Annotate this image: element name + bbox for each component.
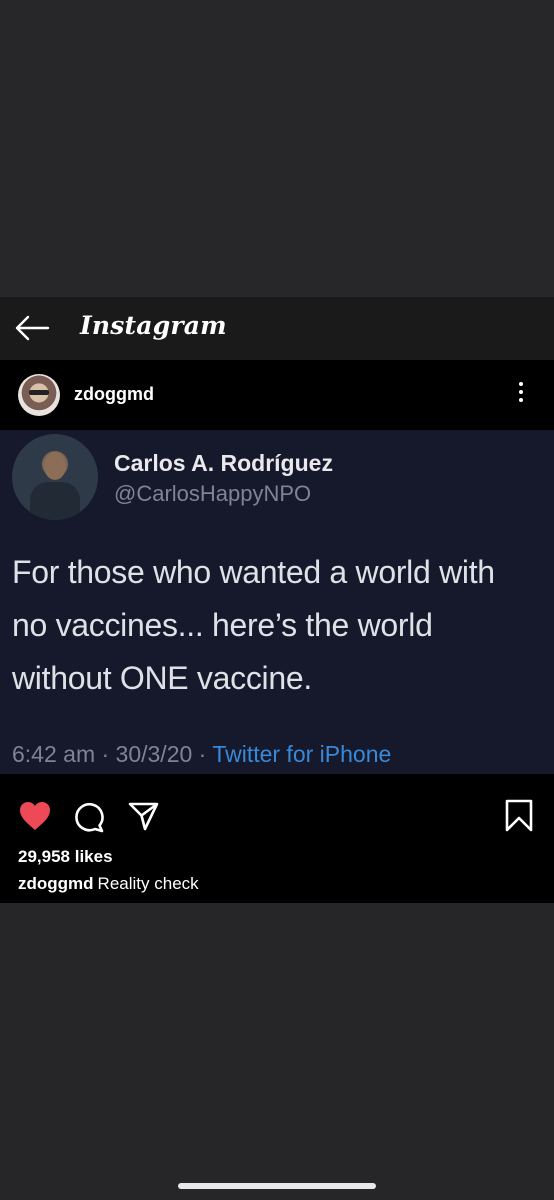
top-dark-area	[0, 0, 554, 297]
tweet-screenshot: Carlos A. Rodríguez @CarlosHappyNPO For …	[0, 430, 554, 774]
avatar[interactable]	[18, 374, 60, 416]
share-icon[interactable]	[127, 800, 159, 832]
bookmark-icon[interactable]	[503, 799, 535, 833]
comment-icon[interactable]	[73, 801, 105, 833]
more-options-icon[interactable]	[514, 382, 528, 408]
post-header: zdoggmd	[0, 360, 554, 430]
tweet-display-name: Carlos A. Rodríguez	[114, 450, 333, 476]
tweet-source: Twitter for iPhone	[212, 741, 392, 767]
tweet-timestamp: 6:42 am · 30/3/20 ·	[12, 741, 213, 767]
bottom-dark-area	[0, 903, 554, 1200]
post-actions: 29,958 likes zdoggmd Reality check	[0, 774, 554, 903]
instagram-logo: Instagram	[80, 311, 227, 340]
home-indicator[interactable]	[178, 1183, 376, 1189]
caption: zdoggmd Reality check	[18, 874, 199, 894]
heart-icon[interactable]	[18, 800, 52, 832]
tweet-avatar	[12, 434, 98, 520]
back-arrow-icon[interactable]	[14, 315, 50, 341]
app-header: Instagram	[0, 297, 554, 360]
tweet-text: For those who wanted a world with no vac…	[12, 554, 495, 696]
likes-count[interactable]: 29,958 likes	[18, 847, 113, 867]
post-username[interactable]: zdoggmd	[74, 384, 154, 405]
tweet-meta: 6:42 am · 30/3/20 · Twitter for iPhone	[12, 741, 391, 768]
caption-username[interactable]: zdoggmd	[18, 874, 94, 893]
caption-text: Reality check	[97, 874, 199, 893]
tweet-handle: @CarlosHappyNPO	[114, 481, 312, 506]
